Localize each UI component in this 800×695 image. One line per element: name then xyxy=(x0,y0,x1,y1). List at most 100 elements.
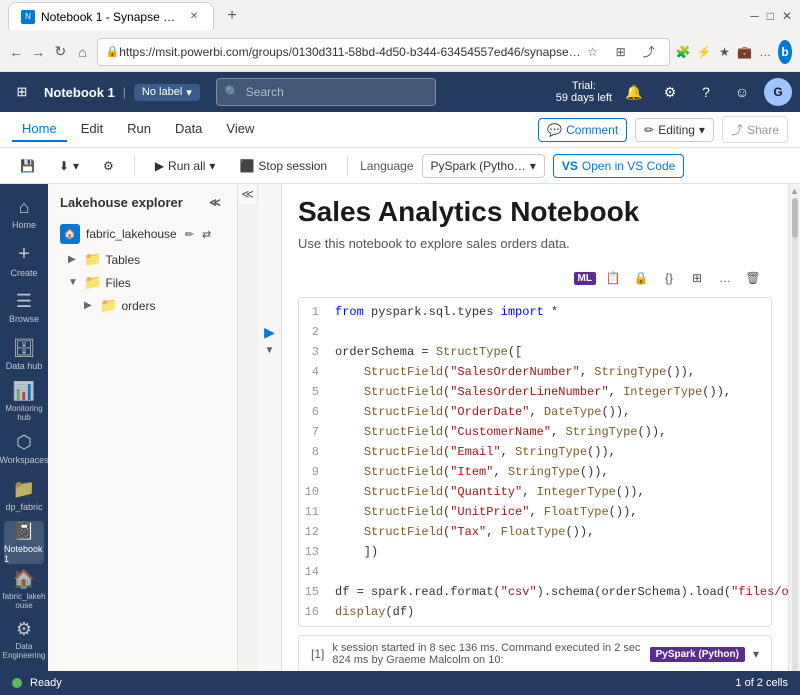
tree-tables[interactable]: ▶ 📁 Tables xyxy=(48,248,237,271)
delete-cell-button[interactable]: 🗑 xyxy=(742,267,764,289)
tree-files-arrow-icon: ▼ xyxy=(68,277,80,288)
vertical-scrollbar[interactable]: ▲ ▼ xyxy=(788,184,800,671)
search-box[interactable]: 🔍 Search xyxy=(216,78,436,106)
extensions-icon[interactable]: 🧩 xyxy=(676,40,691,64)
lakehouse-item[interactable]: 🏠 fabric_lakehouse ✏ ⇄ xyxy=(48,220,237,248)
minimize-button[interactable]: ─ xyxy=(750,9,759,23)
tab-data[interactable]: Data xyxy=(165,117,212,142)
code-line: 3 orderSchema = StructType([ xyxy=(299,342,771,362)
more-cell-options-button[interactable]: … xyxy=(714,267,736,289)
language-select[interactable]: PySpark (Pytho… ▾ xyxy=(422,154,545,178)
star-icon[interactable]: ☆ xyxy=(581,40,605,64)
expand-cell-button[interactable]: ▼ xyxy=(265,345,275,356)
sidebar-item-notebook[interactable]: 📓 Notebook 1 xyxy=(4,521,44,564)
app-title: Notebook 1 xyxy=(44,85,115,100)
stop-label: Stop session xyxy=(258,159,327,173)
sidebar-item-home[interactable]: ⌂ Home xyxy=(4,192,44,235)
cell-settings-button[interactable]: ⚙ xyxy=(95,155,122,177)
sidebar-item-monitoring[interactable]: 📊 Monitoring hub xyxy=(4,380,44,423)
notebook-icon: 📓 xyxy=(13,521,35,542)
scroll-up-button[interactable]: ▲ xyxy=(790,186,800,196)
notification-icon[interactable]: 🔔 xyxy=(620,78,648,106)
language-label: Language xyxy=(360,159,413,173)
label-badge[interactable]: No label ▾ xyxy=(134,84,200,101)
tree-orders[interactable]: ▶ 📁 orders xyxy=(48,294,237,317)
tab-edit[interactable]: Edit xyxy=(71,117,113,142)
ribbon-right: 💬 Comment ✏ Editing ▾ ⤴ Share xyxy=(538,116,788,143)
share-address-icon[interactable]: ⤴ xyxy=(637,40,661,64)
scroll-thumb[interactable] xyxy=(792,198,798,238)
home-button[interactable]: ⌂ xyxy=(74,38,90,66)
new-tab-button[interactable]: + xyxy=(218,2,246,30)
lock-icon: 🔒 xyxy=(106,45,120,58)
copilot-icon[interactable]: ⚡ xyxy=(697,40,712,64)
monitoring-icon: 📊 xyxy=(13,381,35,402)
maximize-button[interactable]: □ xyxy=(767,9,774,23)
code-line: 8 StructField("Email", StringType()), xyxy=(299,442,771,462)
status-label: Ready xyxy=(30,677,62,689)
grid-icon[interactable]: ⊞ xyxy=(8,78,36,106)
copy-cell-button[interactable]: 📋 xyxy=(602,267,624,289)
notebook-title: Sales Analytics Notebook xyxy=(298,196,772,228)
code-line: 16 display(df) xyxy=(299,602,771,622)
cells-count: 1 of 2 cells xyxy=(735,677,788,689)
chevron-down-icon: ▾ xyxy=(73,159,79,173)
code-line: 4 StructField("SalesOrderNumber", String… xyxy=(299,362,771,382)
sidebar-item-dp-fabric[interactable]: 📁 dp_fabric xyxy=(4,474,44,517)
statusbar: Ready 1 of 2 cells xyxy=(0,671,800,695)
refresh-button[interactable]: ↻ xyxy=(52,38,68,66)
explorer-panel: Lakehouse explorer ≪ 🏠 fabric_lakehouse … xyxy=(48,184,238,671)
lakehouse-swap-icon[interactable]: ⇄ xyxy=(202,228,211,241)
help-icon[interactable]: ? xyxy=(692,78,720,106)
sidebar-item-data-engineering[interactable]: ⚙ Data Engineering xyxy=(4,615,44,663)
settings-icon[interactable]: ⚙ xyxy=(656,78,684,106)
open-vs-code-button[interactable]: VS Open in VS Code xyxy=(553,154,684,178)
sidebar-item-browse[interactable]: ☰ Browse xyxy=(4,286,44,329)
tab-view[interactable]: View xyxy=(216,117,264,142)
explorer-header: Lakehouse explorer ≪ xyxy=(48,184,237,220)
comment-button[interactable]: 💬 Comment xyxy=(538,118,627,142)
user-avatar[interactable]: G xyxy=(764,78,792,106)
editing-button[interactable]: ✏ Editing ▾ xyxy=(635,118,714,142)
tab-home[interactable]: Home xyxy=(12,117,67,142)
forward-button[interactable]: → xyxy=(30,38,46,66)
lock-cell-button[interactable]: 🔒 xyxy=(630,267,652,289)
search-placeholder: Search xyxy=(246,85,284,99)
tree-files[interactable]: ▼ 📁 Files xyxy=(48,271,237,294)
more-output-button[interactable]: ▾ xyxy=(753,647,759,661)
label-text: No label xyxy=(142,86,182,98)
data-hub-icon: 🗄 xyxy=(13,338,36,359)
download-button[interactable]: ⬇ ▾ xyxy=(51,155,87,177)
more-tools-icon[interactable]: … xyxy=(758,40,772,64)
run-all-button[interactable]: ▶ Run all ▾ xyxy=(147,155,224,177)
sidebar-item-lakehouse[interactable]: 🏠 fabric_lakeh ouse xyxy=(4,568,44,611)
favorites-icon[interactable]: ★ xyxy=(718,40,732,64)
collections-icon[interactable]: ⊞ xyxy=(609,40,633,64)
split-cell-button[interactable]: ⊞ xyxy=(686,267,708,289)
share-button[interactable]: ⤴ Share xyxy=(722,116,788,143)
save-button[interactable]: 💾 xyxy=(12,155,43,177)
tab-label: Notebook 1 - Synapse Data En… xyxy=(41,10,181,24)
add-code-button[interactable]: {} xyxy=(658,267,680,289)
tab-run[interactable]: Run xyxy=(117,117,161,142)
close-button[interactable]: ✕ xyxy=(782,9,792,23)
browser-tab[interactable]: N Notebook 1 - Synapse Data En… ✕ xyxy=(8,2,214,30)
vs-label: Open in VS Code xyxy=(582,159,675,173)
stop-session-button[interactable]: ⬛ Stop session xyxy=(231,155,335,177)
collapse-explorer-button[interactable]: ≪ xyxy=(205,192,225,212)
dp-fabric-icon: 📁 xyxy=(13,479,35,500)
lakehouse-edit-icon[interactable]: ✏ xyxy=(185,228,194,241)
window-controls: ─ □ ✕ xyxy=(750,9,792,23)
back-button[interactable]: ← xyxy=(8,38,24,66)
collapse-panel-button[interactable]: ≪ xyxy=(238,184,258,204)
smiley-icon[interactable]: ☺ xyxy=(728,78,756,106)
sidebar-item-workspaces[interactable]: ⬡ Workspaces xyxy=(4,427,44,470)
address-bar-input[interactable]: 🔒 https://msit.powerbi.com/groups/0130d3… xyxy=(97,38,670,66)
code-lines[interactable]: 1 from pyspark.sql.types import * 2 3 or… xyxy=(299,298,771,626)
sidebar-item-create[interactable]: + Create xyxy=(4,239,44,282)
tab-close-button[interactable]: ✕ xyxy=(187,10,201,24)
add-cell-above-button[interactable]: ▶ xyxy=(264,324,275,341)
lakehouse-name: fabric_lakehouse xyxy=(86,227,177,241)
workspaces-icon[interactable]: 💼 xyxy=(737,40,752,64)
sidebar-item-data-hub[interactable]: 🗄 Data hub xyxy=(4,333,44,376)
